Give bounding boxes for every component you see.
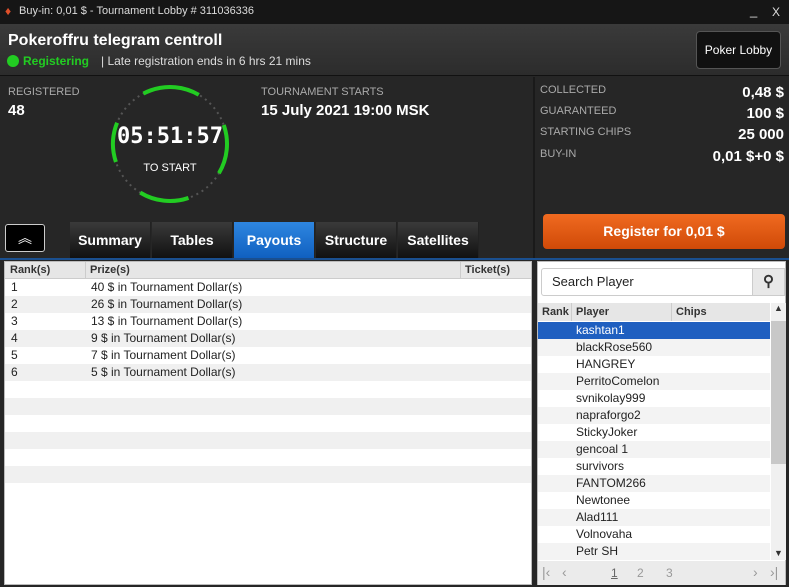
starting-chips-value: 25 000 — [738, 126, 784, 143]
scroll-down-icon[interactable]: ▼ — [774, 548, 783, 558]
pagination: |‹ ‹ 1 2 3 › ›| — [538, 561, 785, 585]
title-bar: ♦ Buy-in: 0,01 $ - Tournament Lobby # 31… — [0, 0, 789, 24]
table-row: 3 13 $ in Tournament Dollar(s) — [5, 313, 531, 330]
player-row[interactable]: HANGREY — [538, 356, 770, 373]
tab-summary[interactable]: Summary — [70, 222, 151, 258]
registered-count: 48 — [8, 102, 25, 119]
players-panel: Search Player ⚲ Rank Player Chips kashta… — [537, 261, 786, 585]
poker-lobby-button[interactable]: Poker Lobby — [696, 31, 781, 69]
column-header[interactable]: Chips — [671, 303, 707, 321]
rank-cell: 2 — [11, 297, 18, 311]
register-button[interactable]: Register for 0,01 $ — [543, 214, 785, 249]
prize-cell: 5 $ in Tournament Dollar(s) — [91, 365, 236, 379]
table-row — [5, 449, 531, 466]
player-row[interactable]: napraforgo2 — [538, 407, 770, 424]
close-button[interactable]: X — [772, 5, 780, 19]
payouts-table: Rank(s) Prize(s) Ticket(s) 1 40 $ in Tour… — [4, 261, 532, 585]
player-row[interactable]: survivors — [538, 458, 770, 475]
players-header: Rank Player Chips — [538, 303, 770, 321]
player-row[interactable]: svnikolay999 — [538, 390, 770, 407]
collapse-button[interactable]: ︽ — [5, 224, 45, 252]
tab-payouts[interactable]: Payouts — [234, 222, 315, 258]
player-row[interactable]: gencoal 1 — [538, 441, 770, 458]
page-1[interactable]: 1 — [611, 566, 618, 580]
divider — [0, 258, 789, 260]
player-row[interactable]: Petr SH — [538, 543, 770, 560]
table-row — [5, 483, 531, 500]
player-row[interactable]: Alad111 — [538, 509, 770, 526]
prize-cell: 13 $ in Tournament Dollar(s) — [91, 314, 243, 328]
prize-cell: 26 $ in Tournament Dollar(s) — [91, 297, 243, 311]
next-page-icon[interactable]: › — [753, 564, 758, 580]
scroll-up-icon[interactable]: ▲ — [774, 303, 783, 313]
table-row — [5, 381, 531, 398]
rank-cell: 4 — [11, 331, 18, 345]
table-row: 2 26 $ in Tournament Dollar(s) — [5, 296, 531, 313]
prize-cell: 40 $ in Tournament Dollar(s) — [91, 280, 243, 294]
player-row[interactable]: StickyJoker — [538, 424, 770, 441]
search-player-input[interactable]: Search Player — [541, 268, 753, 296]
timer-label: TO START — [143, 162, 197, 174]
late-registration-text: | Late registration ends in 6 hrs 21 min… — [101, 54, 311, 68]
app-logo-icon: ♦ — [5, 4, 12, 18]
first-page-icon[interactable]: |‹ — [542, 564, 550, 580]
table-row: 4 9 $ in Tournament Dollar(s) — [5, 330, 531, 347]
collected-value: 0,48 $ — [742, 84, 784, 101]
starting-chips-label: STARTING CHIPS — [540, 126, 632, 138]
player-row[interactable]: kashtan1 — [538, 322, 770, 339]
tab-tables[interactable]: Tables — [152, 222, 233, 258]
start-time: 15 July 2021 19:00 MSK — [261, 102, 430, 119]
window-title: Buy-in: 0,01 $ - Tournament Lobby # 3110… — [19, 5, 255, 17]
guaranteed-value: 100 $ — [746, 105, 784, 122]
column-header[interactable]: Ticket(s) — [460, 262, 532, 279]
prize-cell: 7 $ in Tournament Dollar(s) — [91, 348, 236, 362]
table-row: 5 7 $ in Tournament Dollar(s) — [5, 347, 531, 364]
last-page-icon[interactable]: ›| — [770, 564, 778, 580]
column-header[interactable]: Rank(s) — [10, 262, 50, 279]
buy-in-value: 0,01 $+0 $ — [712, 148, 784, 165]
column-header[interactable]: Prize(s) — [85, 262, 130, 279]
table-row — [5, 398, 531, 415]
registered-label: REGISTERED — [8, 86, 80, 98]
scrollbar[interactable]: ▲ ▼ — [771, 303, 786, 560]
player-row[interactable]: Volnovaha — [538, 526, 770, 543]
rank-cell: 5 — [11, 348, 18, 362]
player-row[interactable]: blackRose560 — [538, 339, 770, 356]
player-row[interactable]: PerritoComelon — [538, 373, 770, 390]
table-row — [5, 432, 531, 449]
column-header[interactable]: Rank — [542, 303, 569, 321]
status-dot-icon — [7, 55, 19, 67]
chevron-double-up-icon: ︽ — [18, 230, 32, 246]
table-row: 6 5 $ in Tournament Dollar(s) — [5, 364, 531, 381]
collected-label: COLLECTED — [540, 84, 607, 96]
column-header[interactable]: Player — [571, 303, 609, 321]
search-icon: ⚲ — [763, 273, 774, 290]
page-2[interactable]: 2 — [637, 566, 644, 580]
tournament-header: Pokeroffru telegram centroll Registering… — [0, 24, 789, 76]
rank-cell: 6 — [11, 365, 18, 379]
table-row — [5, 415, 531, 432]
table-row: 1 40 $ in Tournament Dollar(s) — [5, 279, 531, 296]
rank-cell: 1 — [11, 280, 18, 294]
starts-label: TOURNAMENT STARTS — [261, 86, 384, 98]
prev-page-icon[interactable]: ‹ — [562, 564, 567, 580]
page-3[interactable]: 3 — [666, 566, 673, 580]
search-button[interactable]: ⚲ — [752, 268, 785, 296]
player-row[interactable]: FANTOM266 — [538, 475, 770, 492]
status-badge: Registering — [23, 54, 90, 68]
rank-cell: 3 — [11, 314, 18, 328]
divider — [533, 77, 535, 260]
guaranteed-label: GUARANTEED — [540, 105, 617, 117]
buy-in-label: BUY-IN — [540, 148, 577, 160]
table-row — [5, 466, 531, 483]
tab-structure[interactable]: Structure — [316, 222, 397, 258]
prize-cell: 9 $ in Tournament Dollar(s) — [91, 331, 236, 345]
minimize-button[interactable]: _ — [750, 3, 757, 18]
scrollbar-thumb[interactable] — [771, 321, 786, 464]
tournament-name: Pokeroffru telegram centroll — [8, 32, 223, 49]
table-header: Rank(s) Prize(s) Ticket(s) — [5, 262, 531, 279]
tab-satellites[interactable]: Satellites — [398, 222, 479, 258]
countdown-timer: 05:51:57 — [117, 124, 223, 149]
player-row[interactable]: Newtonee — [538, 492, 770, 509]
